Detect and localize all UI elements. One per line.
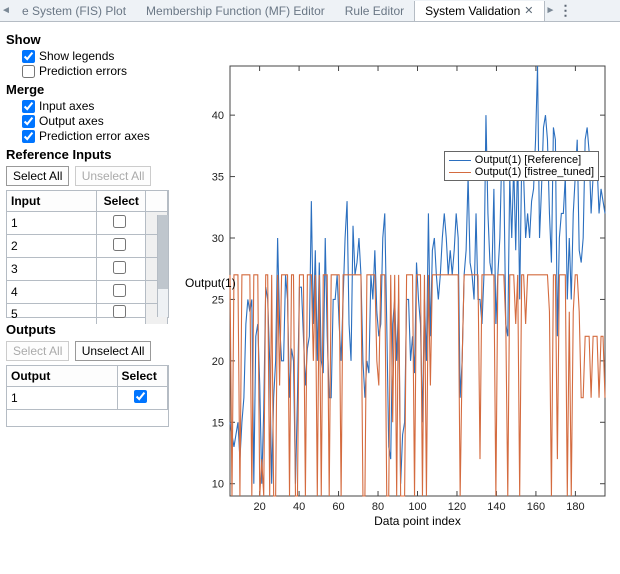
legend-swatch (449, 172, 471, 173)
output-1-select[interactable] (134, 390, 147, 403)
legend-label: Output(1) [fistree_tuned] (475, 166, 594, 178)
ref-inputs-unselect-all: Unselect All (75, 166, 152, 186)
svg-text:80: 80 (372, 501, 384, 513)
ref-inputs-select-all[interactable]: Select All (6, 166, 69, 186)
checkbox-show-legends[interactable] (22, 50, 35, 63)
svg-text:60: 60 (332, 501, 344, 513)
svg-text:30: 30 (212, 233, 224, 245)
svg-text:25: 25 (212, 294, 224, 306)
y-axis-label: Output(1) (185, 276, 236, 290)
svg-text:15: 15 (212, 417, 224, 429)
section-outputs: Outputs (6, 322, 181, 337)
tab-rule-editor[interactable]: Rule Editor (335, 1, 414, 21)
table-row: 3 (7, 258, 168, 281)
tab-system-validation[interactable]: System Validation ✕ (414, 1, 544, 21)
table-row: 2 (7, 235, 168, 258)
svg-text:35: 35 (212, 172, 224, 184)
x-axis-label: Data point index (230, 514, 605, 528)
label-prediction-errors: Prediction errors (39, 64, 127, 78)
input-2-select[interactable] (113, 238, 126, 251)
svg-text:180: 180 (566, 501, 584, 513)
svg-text:160: 160 (527, 501, 545, 513)
tab-scroll-left[interactable]: ◄ (0, 5, 12, 16)
input-5-select[interactable] (113, 305, 126, 318)
input-3-select[interactable] (113, 261, 126, 274)
col-input: Input (7, 191, 97, 212)
tab-scroll-right[interactable]: ► (545, 5, 557, 16)
chevron-down-icon[interactable]: ▼ (158, 305, 167, 315)
input-4-select[interactable] (113, 284, 126, 297)
section-show: Show (6, 32, 181, 47)
svg-text:10: 10 (212, 479, 224, 491)
legend-label: Output(1) [Reference] (475, 154, 581, 166)
svg-text:20: 20 (212, 356, 224, 368)
outputs-table: OutputSelect 1 (6, 365, 169, 427)
label-show-legends: Show legends (39, 49, 114, 63)
legend-swatch (449, 160, 471, 161)
col-out-select: Select (117, 366, 168, 387)
outputs-unselect-all[interactable]: Unselect All (75, 341, 152, 361)
checkbox-prediction-errors[interactable] (22, 65, 35, 78)
checkbox-input-axes[interactable] (22, 100, 35, 113)
checkbox-pred-error-axes[interactable] (22, 130, 35, 143)
svg-text:20: 20 (253, 501, 265, 513)
tab-fis-plot[interactable]: e System (FIS) Plot (12, 1, 136, 21)
table-row: 1 (7, 212, 168, 235)
table-row: 1 (7, 387, 168, 410)
col-output: Output (7, 366, 117, 387)
kebab-icon[interactable]: ⋮ (557, 2, 575, 19)
table-row: 4 (7, 281, 168, 304)
outputs-select-all: Select All (6, 341, 69, 361)
tab-label: System Validation (425, 4, 520, 18)
input-1-select[interactable] (113, 215, 126, 228)
line-chart: 2040608010012014016018010152025303540 Ou… (230, 66, 605, 496)
svg-text:40: 40 (293, 501, 305, 513)
section-merge: Merge (6, 82, 181, 97)
label-output-axes: Output axes (39, 114, 104, 128)
checkbox-output-axes[interactable] (22, 115, 35, 128)
table-row: 5 (7, 304, 168, 325)
label-input-axes: Input axes (39, 99, 94, 113)
svg-text:100: 100 (408, 501, 426, 513)
chart-legend: Output(1) [Reference] Output(1) [fistree… (444, 151, 599, 181)
reference-inputs-table: InputSelect 1 2 3 4 5 ▼ (6, 190, 169, 318)
svg-text:120: 120 (448, 501, 466, 513)
label-pred-error-axes: Prediction error axes (39, 129, 150, 143)
svg-text:40: 40 (212, 110, 224, 122)
col-select: Select (97, 191, 146, 212)
svg-text:140: 140 (487, 501, 505, 513)
tab-mf-editor[interactable]: Membership Function (MF) Editor (136, 1, 335, 21)
section-reference-inputs: Reference Inputs (6, 147, 181, 162)
close-icon[interactable]: ✕ (524, 4, 533, 17)
